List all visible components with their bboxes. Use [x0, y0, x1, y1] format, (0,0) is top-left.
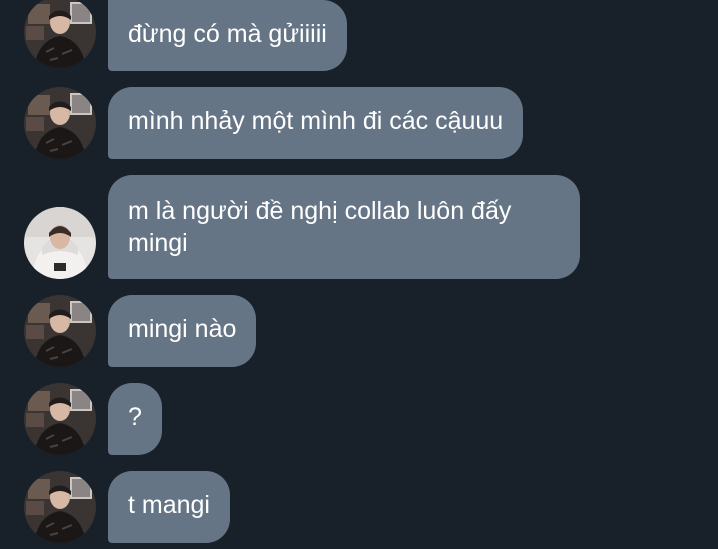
message-bubble[interactable]: đừng có mà gửiiiii: [108, 0, 347, 71]
message-row: đừng có mà gửiiiii: [0, 0, 718, 72]
message-row: m là người đề nghị collab luôn đấy mingi: [0, 175, 718, 279]
avatar[interactable]: [24, 471, 96, 543]
message-row: mingi nào: [0, 295, 718, 367]
message-text: ?: [128, 403, 142, 431]
avatar-photo-icon: [24, 207, 96, 279]
avatar[interactable]: [24, 295, 96, 367]
message-row: mình nhảy một mình đi các cậuuu: [0, 87, 718, 159]
avatar[interactable]: [24, 0, 96, 68]
avatar[interactable]: [24, 383, 96, 455]
message-bubble[interactable]: ?: [108, 383, 162, 455]
message-bubble[interactable]: mingi nào: [108, 295, 257, 367]
message-text: t mangi: [128, 491, 210, 519]
avatar-photo-icon: [24, 471, 96, 543]
avatar-photo-icon: [24, 295, 96, 367]
message-bubble[interactable]: m là người đề nghị collab luôn đấy mingi: [108, 175, 580, 279]
avatar-photo-icon: [24, 383, 96, 455]
message-text: mình nhảy một mình đi các cậuuu: [128, 107, 504, 135]
message-text: m là người đề nghị collab luôn đấy mingi: [128, 197, 512, 257]
avatar[interactable]: [24, 207, 96, 279]
avatar-photo-icon: [24, 87, 96, 159]
message-row: t mangi: [0, 471, 718, 543]
message-text: đừng có mà gửiiiii: [128, 20, 327, 48]
avatar[interactable]: [24, 87, 96, 159]
message-bubble[interactable]: t mangi: [108, 471, 230, 543]
message-bubble[interactable]: mình nhảy một mình đi các cậuuu: [108, 87, 524, 159]
message-row: ?: [0, 383, 718, 455]
message-text: mingi nào: [128, 315, 237, 343]
chat-thread: đừng có mà gửiiiii mình nhảy một mình đi…: [0, 0, 718, 549]
avatar-photo-icon: [24, 0, 96, 68]
